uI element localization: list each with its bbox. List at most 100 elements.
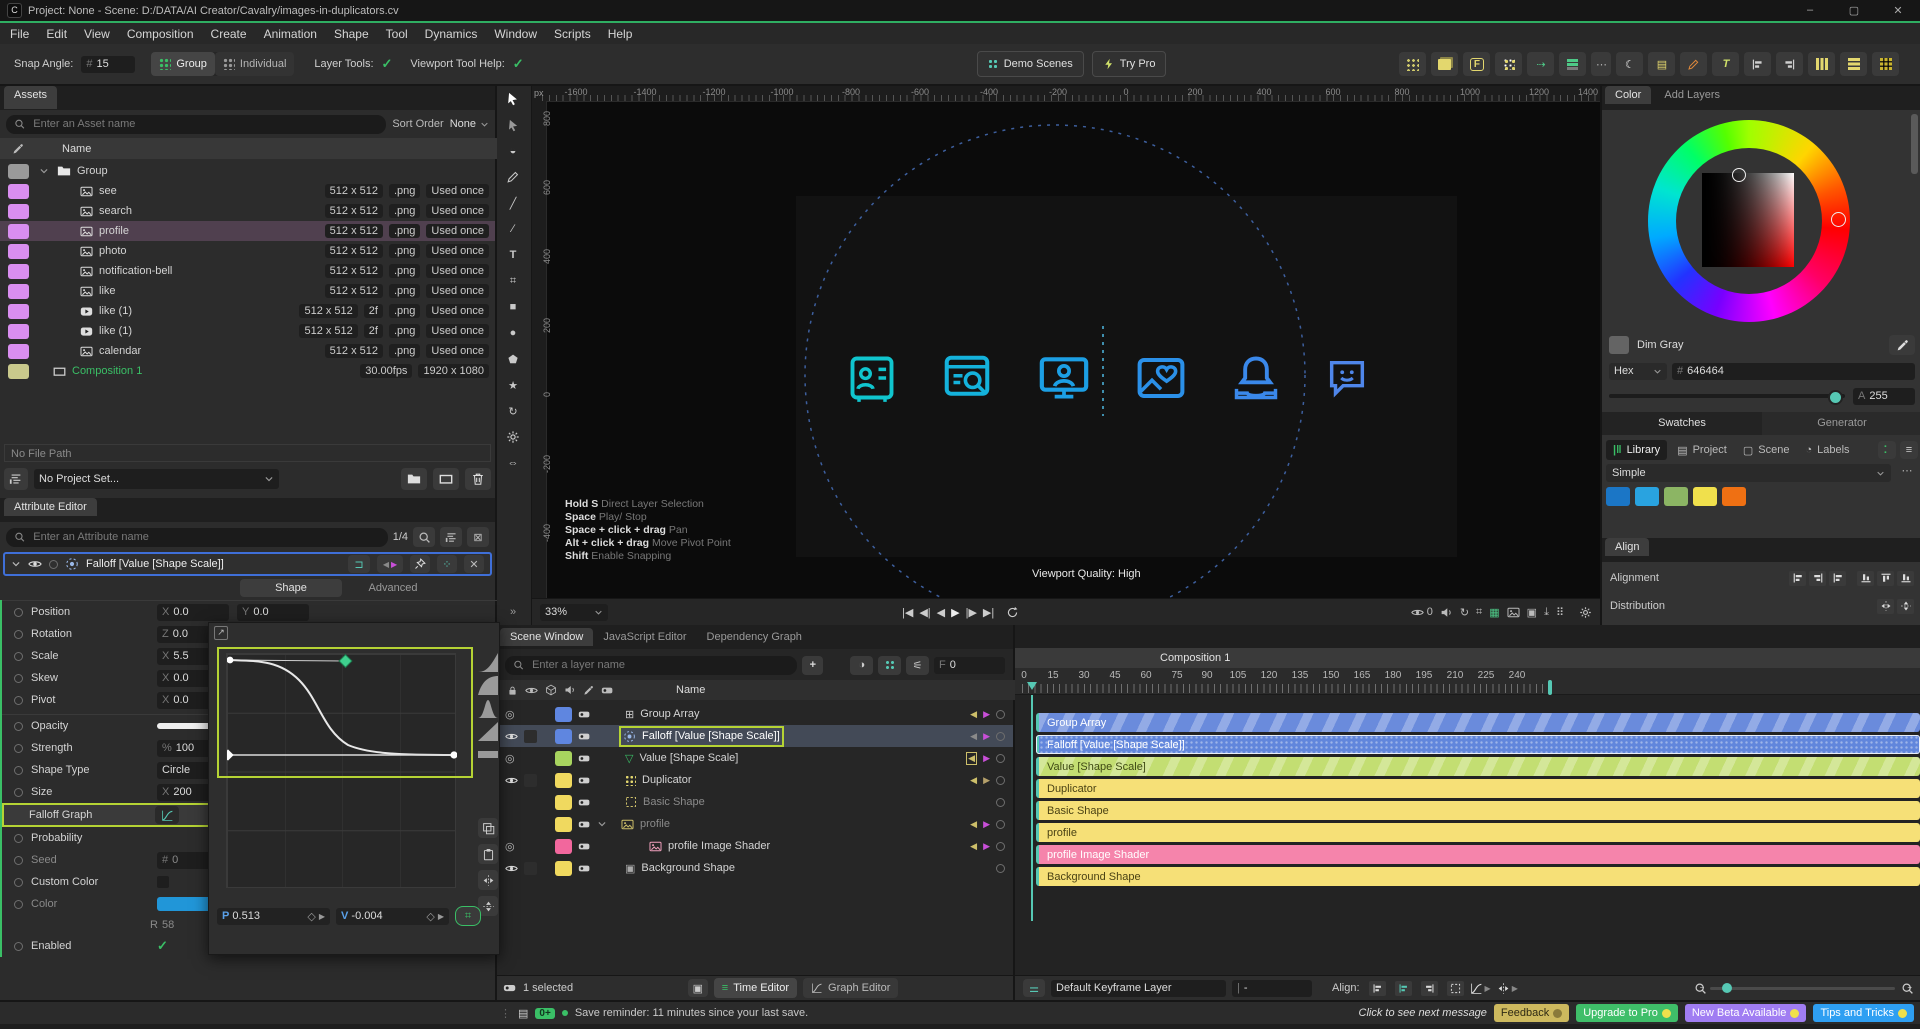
snap-grid-toggle-icon[interactable]: ⌗ (455, 906, 481, 926)
align-top-button[interactable] (1857, 571, 1874, 586)
playhead-marker[interactable] (1027, 682, 1037, 690)
text-tools-icon[interactable]: T (1712, 52, 1739, 76)
guides-toggle[interactable]: ⠿ (1556, 606, 1564, 619)
prev-key-icon[interactable]: ◀ (966, 752, 977, 765)
range-end-marker[interactable] (1548, 680, 1552, 695)
dock-button[interactable]: ▣ (688, 979, 708, 997)
layer-row[interactable]: profile ◀ ▶ (497, 813, 1013, 835)
swatch-blue[interactable] (1606, 487, 1630, 506)
eye-icon[interactable] (505, 862, 518, 875)
tab-javascript-editor[interactable]: JavaScript Editor (593, 628, 696, 646)
preset-flat-icon[interactable] (478, 745, 498, 764)
swatch-orange[interactable] (1722, 487, 1746, 506)
asset-search-input[interactable] (6, 115, 386, 134)
zoom-in-icon[interactable]: + (1901, 982, 1912, 995)
asset-row[interactable]: like (1) 512 x 5122f.pngUsed once (0, 301, 495, 321)
asset-row[interactable]: calendar 512 x 512.pngUsed once (0, 341, 495, 361)
check-circle-icon[interactable]: ◎ (505, 708, 519, 721)
menu-scripts[interactable]: Scripts (554, 27, 591, 41)
asset-color-swatch[interactable] (8, 164, 29, 179)
solo-circle-icon[interactable] (49, 560, 58, 569)
swatch-set-menu[interactable]: ⋯ (1896, 464, 1918, 482)
swatch-yellow[interactable] (1693, 487, 1717, 506)
id-card-icon[interactable] (846, 352, 898, 404)
close-attrs-icon[interactable]: ✕ (464, 555, 484, 573)
pin-icon[interactable] (410, 555, 430, 573)
select-tool[interactable] (497, 86, 529, 112)
falloff-graph-button[interactable] (155, 806, 179, 824)
individual-mode-button[interactable]: Individual (215, 52, 294, 76)
tab-attribute-editor[interactable]: Attribute Editor (4, 498, 97, 516)
image-overlay-toggle[interactable] (1507, 606, 1520, 619)
clear-search-icon[interactable]: ⊠ (467, 527, 489, 547)
layer-row[interactable]: ▣ Background Shape (497, 857, 1013, 879)
display-toggle[interactable]: ▣ (1527, 606, 1537, 619)
next-key-icon[interactable]: ▶ (983, 841, 990, 852)
preset-ease-in-icon[interactable] (478, 653, 498, 672)
tab-dependency-graph[interactable]: Dependency Graph (697, 628, 812, 646)
track-bar[interactable]: profile Image Shader (1036, 845, 1920, 864)
settings-tool[interactable] (497, 424, 529, 450)
graph-editor-button[interactable]: Graph Editor (803, 978, 898, 998)
mirror-horizontal-button[interactable] (478, 870, 498, 890)
project-tab[interactable]: ▤Project (1671, 440, 1733, 460)
sv-square[interactable] (1702, 173, 1794, 267)
labels-tab[interactable]: ◔Labels (1799, 440, 1855, 460)
menu-view[interactable]: View (84, 27, 110, 41)
crop-tool[interactable]: ⌗ (497, 268, 529, 294)
width-tool[interactable]: ⇔ (497, 450, 529, 476)
eyedropper-icon[interactable] (583, 685, 594, 696)
hue-marker[interactable] (1831, 212, 1846, 227)
delete-asset-button[interactable] (465, 468, 491, 490)
asset-row[interactable]: like 512 x 512.pngUsed once (0, 281, 495, 301)
key-align-left-button[interactable] (1369, 981, 1386, 996)
chevron-down-icon[interactable] (597, 819, 607, 829)
track-bar-selected[interactable]: Falloff [Value [Shape Scale]] (1036, 735, 1920, 754)
track-bar[interactable]: Background Shape (1036, 867, 1920, 886)
sv-marker[interactable] (1732, 168, 1746, 182)
cube-icon[interactable] (545, 684, 557, 696)
upgrade-pro-button[interactable]: Upgrade to Pro (1576, 1004, 1678, 1022)
prev-key-icon[interactable]: ◀ (970, 775, 977, 786)
align-middle-button[interactable] (1877, 571, 1894, 586)
distribute-v-button[interactable] (1897, 599, 1914, 614)
fill-tool[interactable]: ◒ (497, 138, 529, 164)
refresh-toggle[interactable]: ↻ (1460, 606, 1469, 619)
time-editor-button[interactable]: ≡Time Editor (714, 978, 797, 998)
clip-icon[interactable] (578, 752, 591, 765)
open-folder-button[interactable] (401, 468, 427, 490)
play-button[interactable]: ▶ (951, 606, 959, 619)
next-frame-button[interactable]: |▶ (966, 606, 977, 619)
keyframe-layer-dropdown[interactable]: Default Keyframe Layer (1051, 980, 1226, 997)
layer-search-input[interactable] (505, 656, 797, 675)
timeline-comp-tab[interactable]: Composition 1 (1015, 648, 1920, 668)
annotate-pen-icon[interactable] (1680, 52, 1707, 76)
knife-tool[interactable]: ╱ (497, 190, 529, 216)
polygon-tool[interactable]: ⬟ (497, 346, 529, 372)
align-right-button[interactable] (1829, 571, 1846, 586)
keyframe-nav-icons[interactable]: ◀▶ (377, 555, 403, 573)
prev-frame-button[interactable]: ◀| (919, 606, 930, 619)
falloff-graph-area[interactable] (226, 653, 456, 888)
asset-search-field[interactable] (31, 117, 378, 131)
preset-ease-out-icon[interactable] (478, 676, 498, 695)
point-value-field[interactable]: V -0.004 ◇▶ (336, 908, 449, 925)
scene-tab[interactable]: ▢Scene (1737, 440, 1796, 460)
asset-row[interactable]: photo 512 x 512.pngUsed once (0, 241, 495, 261)
align-center-h-button[interactable] (1809, 571, 1826, 586)
loop-button[interactable] (1006, 606, 1019, 619)
group-mode-button[interactable]: Group (151, 52, 215, 76)
enabled-check[interactable]: ✓ (157, 938, 168, 954)
prev-key-icon[interactable]: ◀ (970, 819, 977, 830)
layer-row[interactable]: Basic Shape (497, 791, 1013, 813)
prev-key-icon[interactable]: ◀ (970, 731, 977, 742)
console-icon[interactable]: ▤ (518, 1007, 528, 1020)
sort-order-dropdown[interactable]: None (450, 118, 489, 130)
swatch-grid-view-button[interactable]: ⠅ (1878, 441, 1896, 459)
alpha-slider-knob[interactable] (1828, 390, 1843, 405)
ease-curve-button[interactable]: ▶ (1470, 982, 1491, 995)
check-circle-icon[interactable]: ◎ (505, 752, 519, 765)
viewport-zoom-dropdown[interactable]: 33% (540, 604, 608, 621)
line-tool[interactable]: ∕ (497, 216, 529, 242)
tab-scene-window[interactable]: Scene Window (500, 628, 593, 646)
